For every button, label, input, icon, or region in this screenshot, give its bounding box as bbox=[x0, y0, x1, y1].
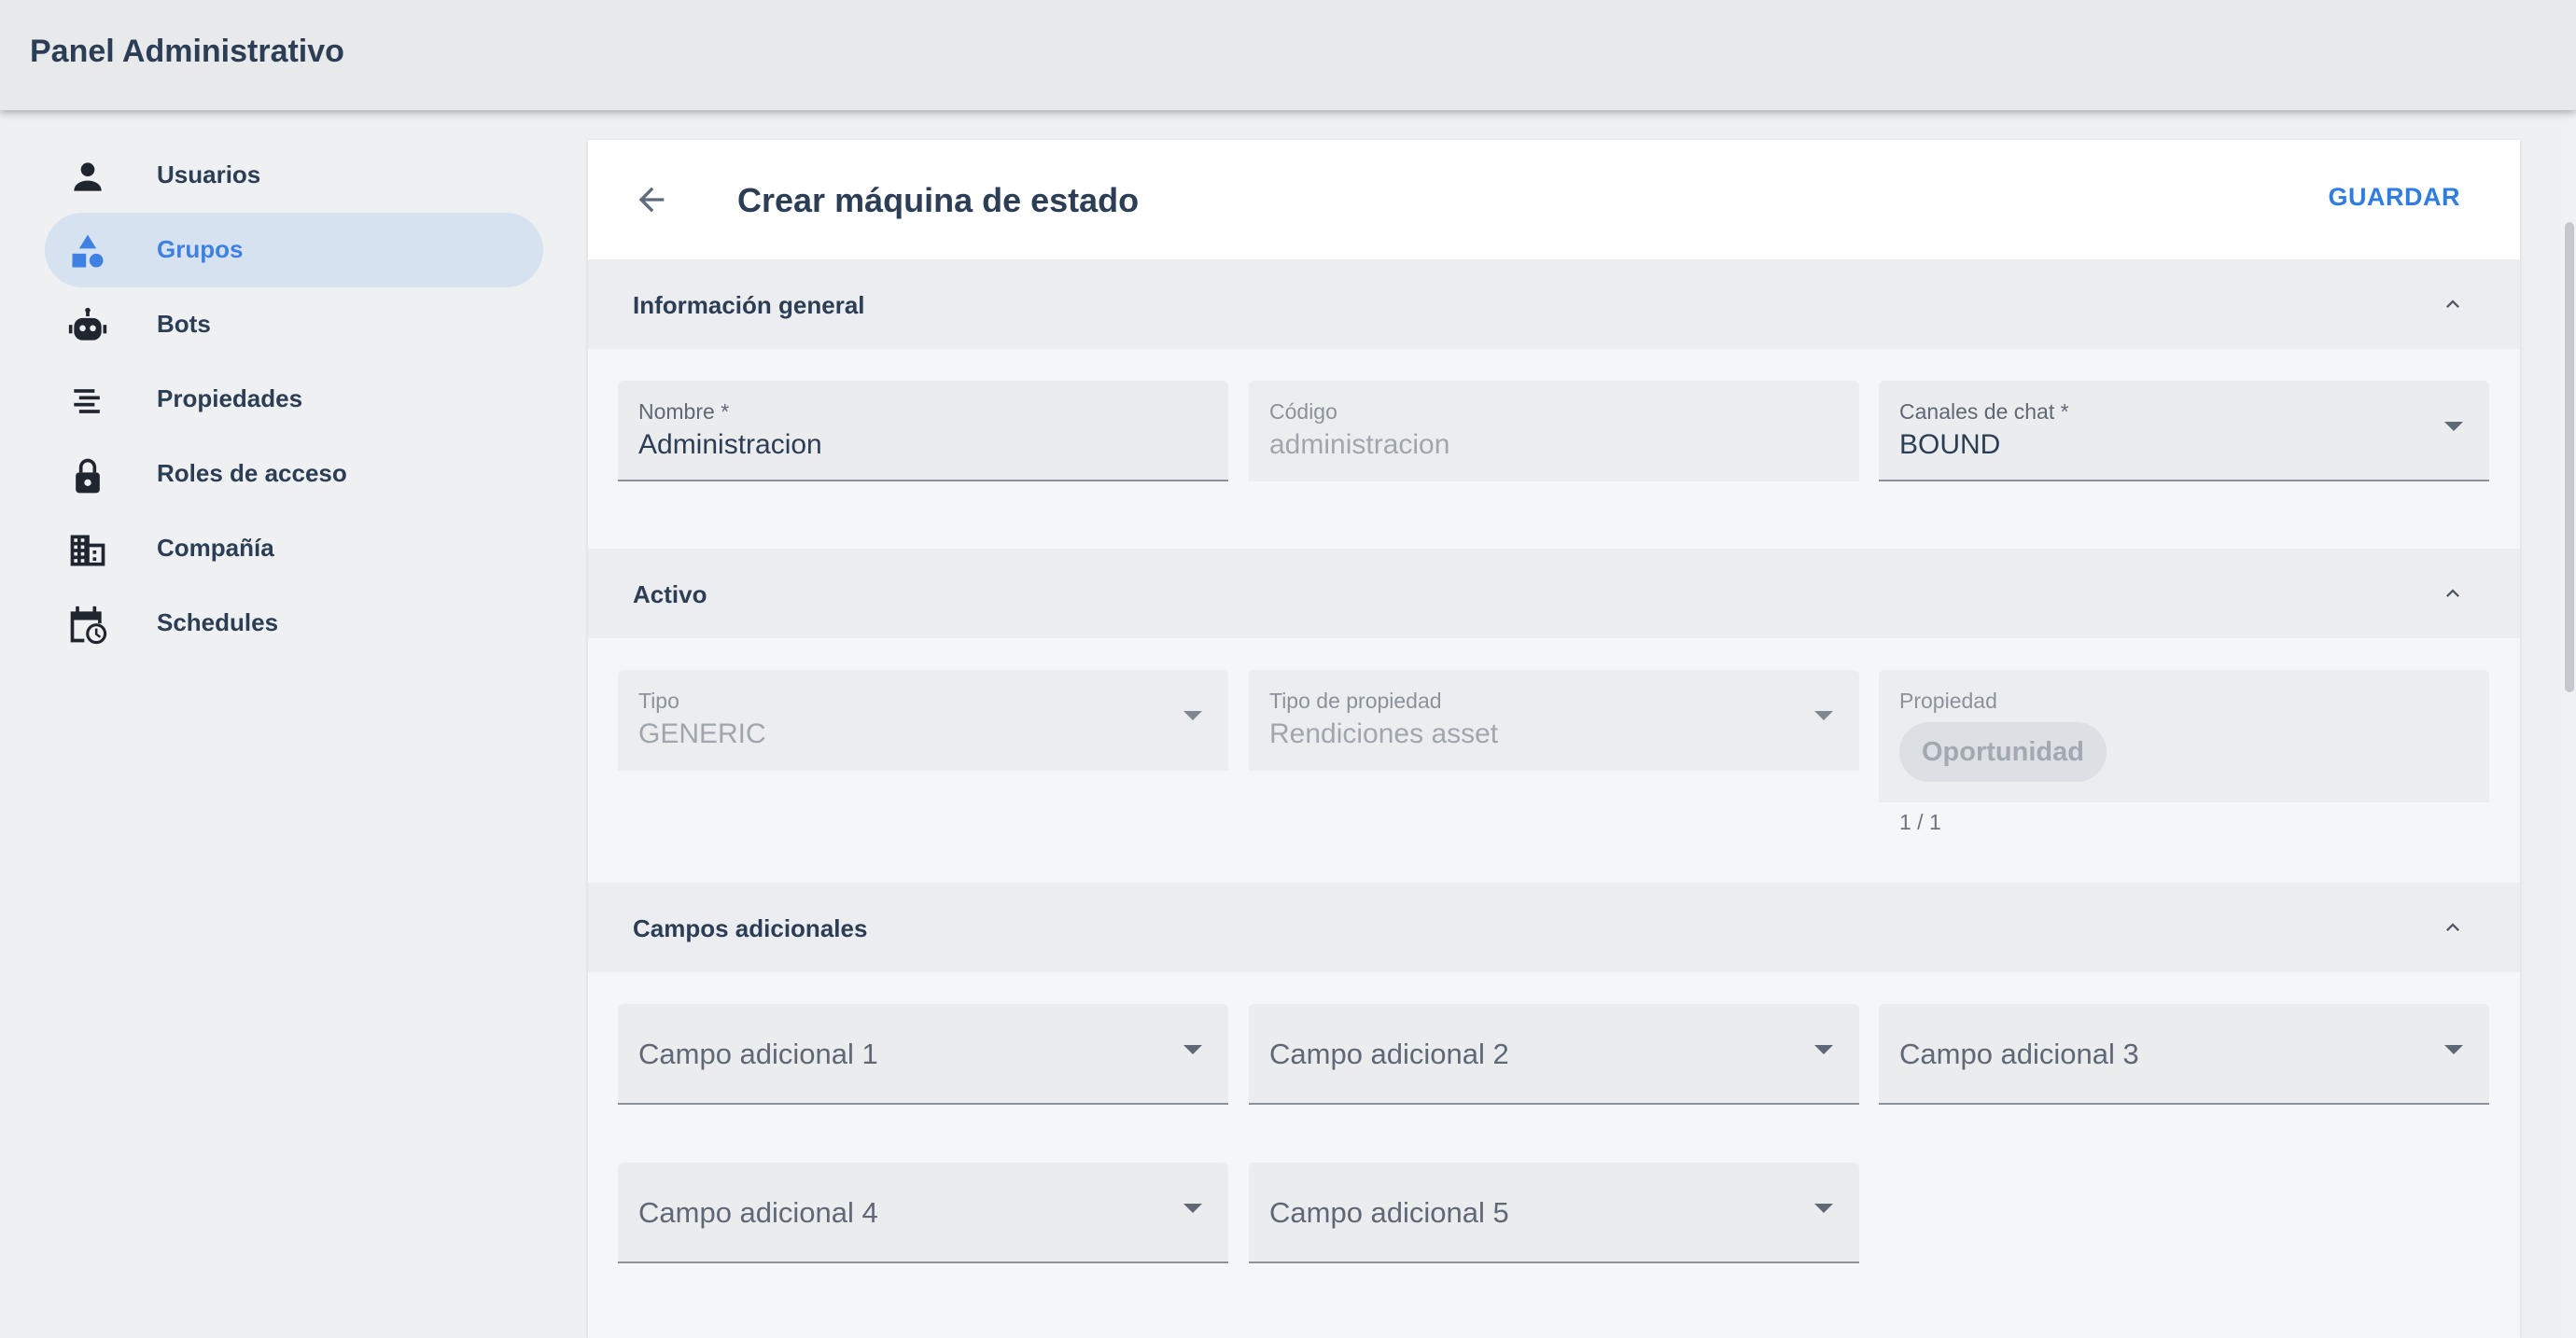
section-header-campos-adicionales[interactable]: Campos adicionales bbox=[588, 883, 2520, 972]
person-icon bbox=[67, 157, 108, 198]
nombre-field[interactable]: Nombre * Administracion bbox=[618, 381, 1228, 481]
chevron-up-icon[interactable] bbox=[2440, 914, 2466, 941]
campo-adicional-4-select[interactable]: Campo adicional 4 bbox=[618, 1163, 1228, 1263]
canales-de-chat-select[interactable]: Canales de chat * BOUND bbox=[1879, 381, 2489, 481]
field-placeholder: Campo adicional 5 bbox=[1269, 1196, 1509, 1229]
robot-icon bbox=[67, 306, 108, 347]
field-value: BOUND bbox=[1899, 429, 2001, 460]
campo-adicional-5-select[interactable]: Campo adicional 5 bbox=[1249, 1163, 1859, 1263]
dropdown-arrow-icon[interactable] bbox=[2444, 422, 2463, 431]
section-title: Activo bbox=[633, 580, 707, 608]
section-title: Información general bbox=[633, 291, 865, 319]
campo-adicional-1-select[interactable]: Campo adicional 1 bbox=[618, 1004, 1228, 1105]
section-title: Campos adicionales bbox=[633, 914, 868, 942]
dropdown-arrow-icon bbox=[1183, 711, 1202, 720]
field-label: Tipo de propiedad bbox=[1269, 689, 1442, 713]
field-placeholder: Campo adicional 4 bbox=[638, 1196, 878, 1229]
sidebar-item-label: Propiedades bbox=[157, 384, 303, 412]
field-label: Código bbox=[1269, 399, 1337, 424]
sidebar-item-roles-de-acceso[interactable]: Roles de acceso bbox=[45, 437, 543, 511]
propiedad-field: Propiedad Oportunidad bbox=[1879, 670, 2489, 802]
section-header-informacion-general[interactable]: Información general bbox=[588, 259, 2520, 349]
dropdown-arrow-icon[interactable] bbox=[1183, 1204, 1202, 1213]
field-value: GENERIC bbox=[638, 718, 766, 749]
calendar-clock-icon bbox=[67, 605, 108, 646]
field-placeholder: Campo adicional 2 bbox=[1269, 1038, 1509, 1070]
field-value: Rendiciones asset bbox=[1269, 718, 1499, 749]
sidebar-item-propiedades[interactable]: Propiedades bbox=[45, 362, 543, 437]
propiedad-counter: 1 / 1 bbox=[1899, 810, 1941, 834]
save-button[interactable]: GUARDAR bbox=[2329, 183, 2461, 212]
top-app-bar: Panel Administrativo bbox=[0, 0, 2576, 110]
sidebar-item-compania[interactable]: Compañía bbox=[45, 511, 543, 586]
campo-adicional-3-select[interactable]: Campo adicional 3 bbox=[1879, 1004, 2489, 1105]
lines-icon bbox=[67, 381, 108, 422]
sidebar-item-label: Usuarios bbox=[157, 160, 261, 188]
propiedad-chip: Oportunidad bbox=[1899, 722, 2107, 782]
back-arrow-icon[interactable] bbox=[629, 177, 674, 222]
codigo-field: Código administracion bbox=[1249, 381, 1859, 481]
sidebar: Usuarios Grupos Bots Propiedades Roles d… bbox=[0, 110, 579, 1338]
sidebar-item-label: Grupos bbox=[157, 235, 244, 263]
chevron-up-icon[interactable] bbox=[2440, 580, 2466, 606]
field-value: administracion bbox=[1269, 429, 1450, 460]
building-icon bbox=[67, 530, 108, 571]
state-machine-form: Crear máquina de estado GUARDAR Informac… bbox=[588, 140, 2520, 1338]
sidebar-item-label: Compañía bbox=[157, 534, 274, 562]
field-value: Administracion bbox=[638, 429, 822, 460]
dropdown-arrow-icon[interactable] bbox=[1814, 1204, 1833, 1213]
field-label: Canales de chat * bbox=[1899, 399, 2069, 424]
card-header: Crear máquina de estado GUARDAR bbox=[588, 140, 2520, 259]
page-scrollbar[interactable] bbox=[2563, 110, 2576, 1338]
tipo-de-propiedad-select: Tipo de propiedad Rendiciones asset bbox=[1249, 670, 1859, 771]
field-label: Propiedad bbox=[1899, 689, 1997, 713]
field-placeholder: Campo adicional 3 bbox=[1899, 1038, 2139, 1070]
tipo-select: Tipo GENERIC bbox=[618, 670, 1228, 771]
field-placeholder: Campo adicional 1 bbox=[638, 1038, 878, 1070]
lock-icon bbox=[67, 455, 108, 496]
dropdown-arrow-icon[interactable] bbox=[2444, 1045, 2463, 1054]
shapes-icon bbox=[67, 231, 108, 272]
sidebar-item-label: Schedules bbox=[157, 608, 279, 636]
section-header-activo[interactable]: Activo bbox=[588, 549, 2520, 638]
dropdown-arrow-icon[interactable] bbox=[1814, 1045, 1833, 1054]
sidebar-item-grupos[interactable]: Grupos bbox=[45, 213, 543, 287]
page-title: Crear máquina de estado bbox=[737, 181, 1140, 219]
dropdown-arrow-icon bbox=[1814, 711, 1833, 720]
sidebar-item-bots[interactable]: Bots bbox=[45, 287, 543, 362]
dropdown-arrow-icon[interactable] bbox=[1183, 1045, 1202, 1054]
chevron-up-icon[interactable] bbox=[2440, 291, 2466, 317]
sidebar-item-label: Bots bbox=[157, 310, 211, 338]
field-label: Tipo bbox=[638, 689, 679, 713]
field-label: Nombre * bbox=[638, 399, 730, 424]
scrollbar-thumb[interactable] bbox=[2565, 222, 2574, 692]
sidebar-item-label: Roles de acceso bbox=[157, 459, 347, 487]
app-title: Panel Administrativo bbox=[30, 34, 344, 69]
sidebar-item-schedules[interactable]: Schedules bbox=[45, 586, 543, 661]
campo-adicional-2-select[interactable]: Campo adicional 2 bbox=[1249, 1004, 1859, 1105]
sidebar-item-usuarios[interactable]: Usuarios bbox=[45, 138, 543, 213]
